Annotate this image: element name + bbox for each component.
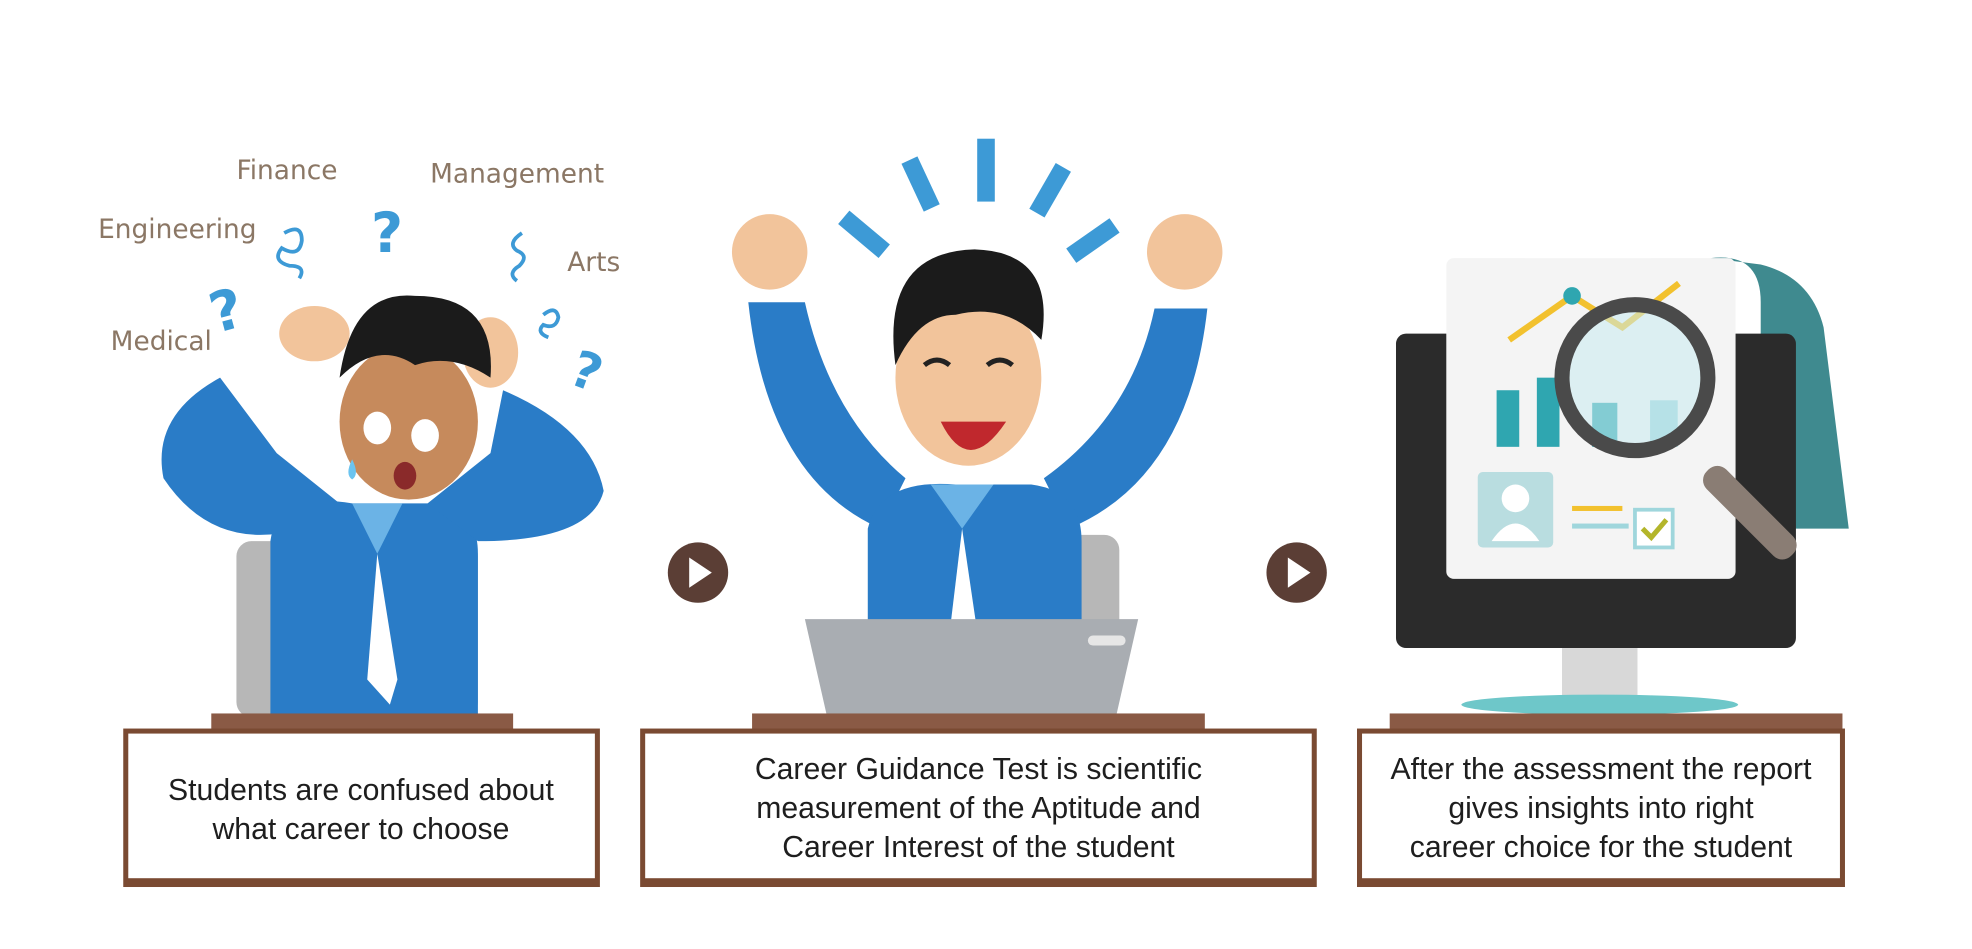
step-1-caption-line: what career to choose — [212, 813, 510, 846]
report-monitor-illustration — [1395, 257, 1849, 715]
step-1-caption-box: Students are confused about what career … — [123, 713, 600, 888]
step-3-caption-line: career choice for the student — [1410, 831, 1793, 864]
step-2-caption-line: Career Guidance Test is scientific — [755, 753, 1202, 786]
checkbox-icon — [1633, 507, 1675, 550]
laptop-icon — [804, 619, 1139, 730]
step-2-caption-line: measurement of the Aptitude and — [756, 792, 1200, 825]
step-2-caption-line: Career Interest of the student — [782, 831, 1175, 864]
career-label-management: Management — [430, 159, 604, 190]
career-label-arts: Arts — [567, 247, 620, 278]
career-label-finance: Finance — [236, 155, 337, 186]
squiggle-icon — [276, 227, 304, 280]
career-label-engineering: Engineering — [98, 214, 256, 245]
step-3-caption-line: After the assessment the report — [1391, 753, 1813, 786]
happy-student-illustration — [731, 138, 1223, 730]
squiggle-icon — [538, 308, 561, 340]
step-3-caption-box: After the assessment the report gives in… — [1357, 713, 1845, 888]
confused-student-illustration: Finance Management Engineering Arts Medi… — [98, 155, 620, 718]
next-step-arrow-2 — [1266, 542, 1327, 603]
step-2-caption-box: Career Guidance Test is scientific measu… — [640, 713, 1317, 888]
career-guidance-infographic: Finance Management Engineering Arts Medi… — [98, 138, 1849, 888]
question-mark-icon: ? — [563, 338, 611, 403]
question-mark-icon: ? — [371, 202, 403, 266]
step-1-caption-line: Students are confused about — [168, 774, 554, 807]
step-3-caption-line: gives insights into right — [1448, 792, 1754, 825]
fist-icon — [731, 214, 808, 290]
excitement-rays-icon — [838, 138, 1120, 263]
fist-icon — [1146, 214, 1223, 290]
squiggle-icon — [510, 231, 526, 283]
next-step-arrow-1 — [667, 542, 729, 603]
career-label-medical: Medical — [111, 326, 212, 357]
